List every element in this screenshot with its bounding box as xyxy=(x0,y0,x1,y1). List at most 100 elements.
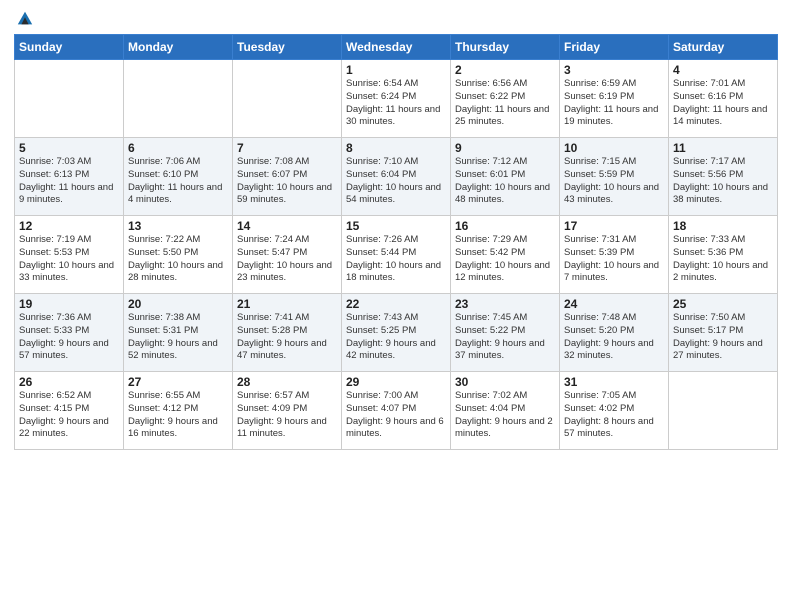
sunrise: Sunrise: 7:38 AM xyxy=(128,312,200,323)
sunset: Sunset: 6:04 PM xyxy=(346,169,416,180)
sunrise: Sunrise: 7:03 AM xyxy=(19,156,91,167)
day-info: Sunrise: 7:24 AM Sunset: 5:47 PM Dayligh… xyxy=(237,234,337,285)
day-info: Sunrise: 7:17 AM Sunset: 5:56 PM Dayligh… xyxy=(673,156,773,207)
sunrise: Sunrise: 7:45 AM xyxy=(455,312,527,323)
day-number: 26 xyxy=(19,375,119,389)
daylight: Daylight: 9 hours and 32 minutes. xyxy=(564,338,654,362)
week-row-4: 26 Sunrise: 6:52 AM Sunset: 4:15 PM Dayl… xyxy=(15,372,778,450)
day-number: 5 xyxy=(19,141,119,155)
sunrise: Sunrise: 7:01 AM xyxy=(673,78,745,89)
sunset: Sunset: 4:07 PM xyxy=(346,403,416,414)
sunrise: Sunrise: 6:57 AM xyxy=(237,390,309,401)
day-info: Sunrise: 6:56 AM Sunset: 6:22 PM Dayligh… xyxy=(455,78,555,129)
sunrise: Sunrise: 7:22 AM xyxy=(128,234,200,245)
page: SundayMondayTuesdayWednesdayThursdayFrid… xyxy=(0,0,792,612)
logo xyxy=(14,10,34,28)
day-number: 25 xyxy=(673,297,773,311)
sunset: Sunset: 6:16 PM xyxy=(673,91,743,102)
sunset: Sunset: 6:19 PM xyxy=(564,91,634,102)
daylight: Daylight: 11 hours and 4 minutes. xyxy=(128,182,222,206)
sunset: Sunset: 5:44 PM xyxy=(346,247,416,258)
sunrise: Sunrise: 7:05 AM xyxy=(564,390,636,401)
sunrise: Sunrise: 7:24 AM xyxy=(237,234,309,245)
weekday-header-wednesday: Wednesday xyxy=(342,35,451,60)
sunrise: Sunrise: 7:41 AM xyxy=(237,312,309,323)
calendar: SundayMondayTuesdayWednesdayThursdayFrid… xyxy=(14,34,778,450)
day-cell: 25 Sunrise: 7:50 AM Sunset: 5:17 PM Dayl… xyxy=(669,294,778,372)
day-cell: 18 Sunrise: 7:33 AM Sunset: 5:36 PM Dayl… xyxy=(669,216,778,294)
sunset: Sunset: 5:20 PM xyxy=(564,325,634,336)
sunset: Sunset: 5:50 PM xyxy=(128,247,198,258)
sunset: Sunset: 6:01 PM xyxy=(455,169,525,180)
sunrise: Sunrise: 7:06 AM xyxy=(128,156,200,167)
day-info: Sunrise: 7:22 AM Sunset: 5:50 PM Dayligh… xyxy=(128,234,228,285)
weekday-header-saturday: Saturday xyxy=(669,35,778,60)
day-number: 13 xyxy=(128,219,228,233)
sunrise: Sunrise: 7:15 AM xyxy=(564,156,636,167)
daylight: Daylight: 9 hours and 6 minutes. xyxy=(346,416,444,440)
day-info: Sunrise: 7:12 AM Sunset: 6:01 PM Dayligh… xyxy=(455,156,555,207)
sunset: Sunset: 4:15 PM xyxy=(19,403,89,414)
day-number: 8 xyxy=(346,141,446,155)
daylight: Daylight: 9 hours and 52 minutes. xyxy=(128,338,218,362)
daylight: Daylight: 10 hours and 54 minutes. xyxy=(346,182,441,206)
sunrise: Sunrise: 7:17 AM xyxy=(673,156,745,167)
day-cell: 22 Sunrise: 7:43 AM Sunset: 5:25 PM Dayl… xyxy=(342,294,451,372)
day-number: 21 xyxy=(237,297,337,311)
sunrise: Sunrise: 7:12 AM xyxy=(455,156,527,167)
sunrise: Sunrise: 7:10 AM xyxy=(346,156,418,167)
day-number: 3 xyxy=(564,63,664,77)
daylight: Daylight: 9 hours and 47 minutes. xyxy=(237,338,327,362)
sunset: Sunset: 5:17 PM xyxy=(673,325,743,336)
day-info: Sunrise: 6:52 AM Sunset: 4:15 PM Dayligh… xyxy=(19,390,119,441)
sunset: Sunset: 6:07 PM xyxy=(237,169,307,180)
day-number: 30 xyxy=(455,375,555,389)
day-info: Sunrise: 6:59 AM Sunset: 6:19 PM Dayligh… xyxy=(564,78,664,129)
day-number: 31 xyxy=(564,375,664,389)
day-cell: 30 Sunrise: 7:02 AM Sunset: 4:04 PM Dayl… xyxy=(451,372,560,450)
sunset: Sunset: 4:02 PM xyxy=(564,403,634,414)
sunset: Sunset: 5:47 PM xyxy=(237,247,307,258)
daylight: Daylight: 9 hours and 16 minutes. xyxy=(128,416,218,440)
logo-icon xyxy=(16,10,34,28)
sunrise: Sunrise: 7:00 AM xyxy=(346,390,418,401)
day-info: Sunrise: 7:10 AM Sunset: 6:04 PM Dayligh… xyxy=(346,156,446,207)
day-cell: 1 Sunrise: 6:54 AM Sunset: 6:24 PM Dayli… xyxy=(342,60,451,138)
day-number: 24 xyxy=(564,297,664,311)
week-row-1: 5 Sunrise: 7:03 AM Sunset: 6:13 PM Dayli… xyxy=(15,138,778,216)
daylight: Daylight: 9 hours and 22 minutes. xyxy=(19,416,109,440)
day-cell: 29 Sunrise: 7:00 AM Sunset: 4:07 PM Dayl… xyxy=(342,372,451,450)
day-number: 19 xyxy=(19,297,119,311)
day-info: Sunrise: 7:26 AM Sunset: 5:44 PM Dayligh… xyxy=(346,234,446,285)
day-cell: 26 Sunrise: 6:52 AM Sunset: 4:15 PM Dayl… xyxy=(15,372,124,450)
day-number: 12 xyxy=(19,219,119,233)
day-info: Sunrise: 7:06 AM Sunset: 6:10 PM Dayligh… xyxy=(128,156,228,207)
day-info: Sunrise: 7:08 AM Sunset: 6:07 PM Dayligh… xyxy=(237,156,337,207)
daylight: Daylight: 9 hours and 11 minutes. xyxy=(237,416,327,440)
day-cell: 27 Sunrise: 6:55 AM Sunset: 4:12 PM Dayl… xyxy=(124,372,233,450)
day-info: Sunrise: 7:00 AM Sunset: 4:07 PM Dayligh… xyxy=(346,390,446,441)
daylight: Daylight: 9 hours and 27 minutes. xyxy=(673,338,763,362)
day-cell: 23 Sunrise: 7:45 AM Sunset: 5:22 PM Dayl… xyxy=(451,294,560,372)
day-cell: 10 Sunrise: 7:15 AM Sunset: 5:59 PM Dayl… xyxy=(560,138,669,216)
sunset: Sunset: 5:28 PM xyxy=(237,325,307,336)
sunrise: Sunrise: 7:43 AM xyxy=(346,312,418,323)
sunset: Sunset: 5:33 PM xyxy=(19,325,89,336)
daylight: Daylight: 10 hours and 33 minutes. xyxy=(19,260,114,284)
sunset: Sunset: 4:04 PM xyxy=(455,403,525,414)
sunset: Sunset: 5:39 PM xyxy=(564,247,634,258)
sunset: Sunset: 5:36 PM xyxy=(673,247,743,258)
sunset: Sunset: 6:13 PM xyxy=(19,169,89,180)
sunrise: Sunrise: 6:52 AM xyxy=(19,390,91,401)
daylight: Daylight: 9 hours and 57 minutes. xyxy=(19,338,109,362)
daylight: Daylight: 10 hours and 59 minutes. xyxy=(237,182,332,206)
sunset: Sunset: 5:31 PM xyxy=(128,325,198,336)
daylight: Daylight: 10 hours and 23 minutes. xyxy=(237,260,332,284)
day-number: 11 xyxy=(673,141,773,155)
day-info: Sunrise: 7:33 AM Sunset: 5:36 PM Dayligh… xyxy=(673,234,773,285)
header xyxy=(14,10,778,28)
sunrise: Sunrise: 7:08 AM xyxy=(237,156,309,167)
sunrise: Sunrise: 7:02 AM xyxy=(455,390,527,401)
daylight: Daylight: 10 hours and 12 minutes. xyxy=(455,260,550,284)
sunset: Sunset: 5:59 PM xyxy=(564,169,634,180)
